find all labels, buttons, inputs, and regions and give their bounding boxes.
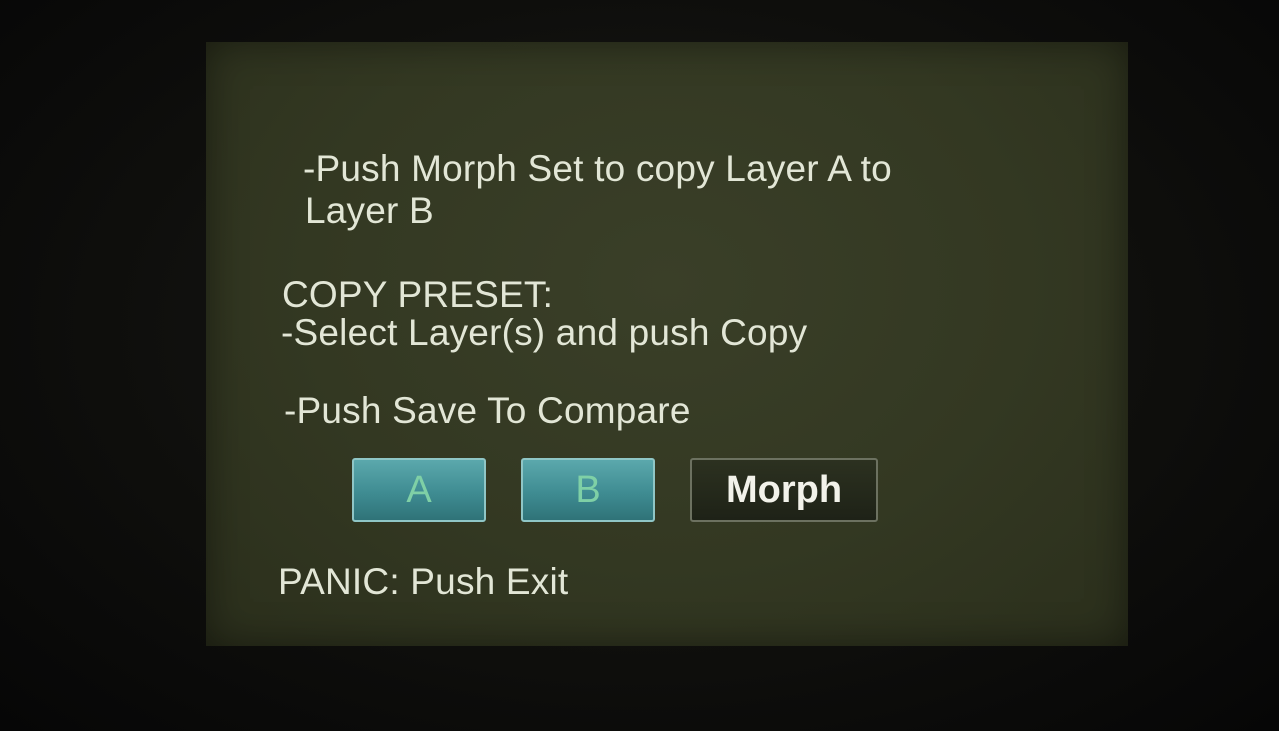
- instruction-save-compare: -Push Save To Compare: [284, 390, 691, 431]
- instruction-morph-set-line1: -Push Morph Set to copy Layer A to: [303, 148, 892, 189]
- instruction-copy-layers: -Select Layer(s) and push Copy: [281, 312, 808, 353]
- copy-preset-heading: COPY PRESET:: [282, 274, 554, 315]
- morph-button[interactable]: Morph: [690, 458, 878, 522]
- panic-hint: PANIC: Push Exit: [278, 561, 569, 602]
- instruction-morph-set-line2: Layer B: [305, 190, 434, 231]
- layer-b-button[interactable]: B: [521, 458, 655, 522]
- layer-a-button[interactable]: A: [352, 458, 486, 522]
